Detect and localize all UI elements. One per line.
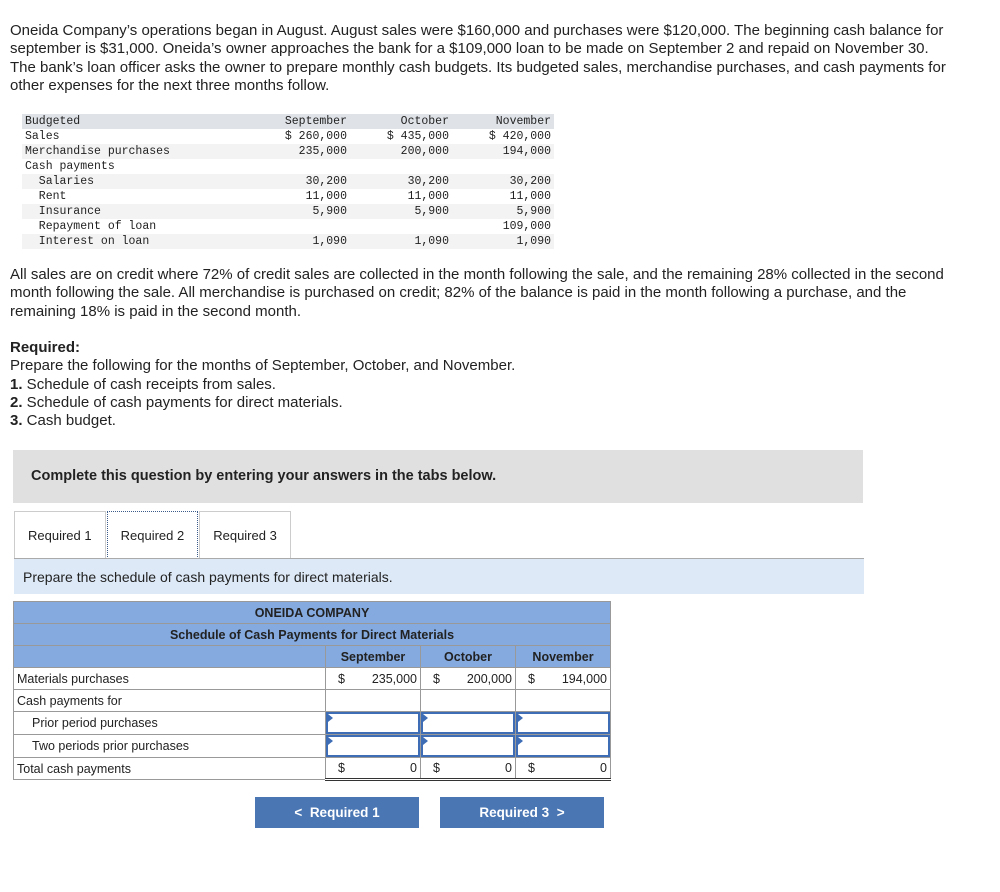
company-name: ONEIDA COMPANY [13,601,611,624]
header-september: September [284,115,347,128]
prior-label: Prior period purchases [13,711,326,735]
col-november: November [515,645,611,668]
materials-november: 194,000 [561,671,607,686]
tab-required-2[interactable]: Required 2 [106,511,199,559]
next-button[interactable]: Required 3 > [440,797,604,828]
budget-cell: Cash payments [25,160,115,173]
budget-cell: 11,000 [509,190,551,203]
budget-cell [248,159,350,174]
budget-cell [452,159,554,174]
budget-cell: $ 420,000 [488,130,551,143]
budget-cell: Interest on loan [25,235,150,248]
budget-cell: 30,200 [407,175,449,188]
prev-button[interactable]: < Required 1 [255,797,419,828]
problem-intro: Oneida Company’s operations began in Aug… [10,22,946,94]
schedule-table: ONEIDA COMPANY Schedule of Cash Payments… [13,601,611,781]
budget-cell: Sales [25,130,60,143]
required-section: Required: Prepare the following for the … [10,339,950,430]
prior-row: Prior period purchases [13,711,611,735]
budget-cell: 5,900 [312,205,347,218]
budget-cell: 11,000 [407,190,449,203]
materials-row: Materials purchases $235,000 $200,000 $1… [13,667,611,690]
required-item: 3. Cash budget. [10,412,116,430]
tab-bar: Required 1 Required 2 Required 3 [14,511,291,559]
budget-cell: 5,900 [516,205,551,218]
materials-september: 235,000 [371,671,417,686]
budget-header-row: Budgeted September October November [22,114,554,129]
budget-cell: 194,000 [502,145,551,158]
budget-cell: Salaries [25,175,95,188]
schedule-title: Schedule of Cash Payments for Direct Mat… [13,623,611,646]
tab-instruction: Prepare the schedule of cash payments fo… [14,559,864,594]
budget-row: Rent 11,000 11,000 11,000 [22,189,554,204]
budget-cell: 30,200 [305,175,347,188]
budget-cell: 1,090 [516,235,551,248]
two-prior-label: Two periods prior purchases [13,734,326,758]
two-prior-november-input[interactable] [516,735,610,757]
tab-required-3[interactable]: Required 3 [199,511,291,559]
prior-september-input[interactable] [326,712,420,734]
budget-cell: 200,000 [400,145,449,158]
prior-october-input[interactable] [421,712,515,734]
materials-label: Materials purchases [13,667,326,690]
total-september: 0 [410,761,417,775]
budget-cell [350,219,452,234]
two-prior-september-input[interactable] [326,735,420,757]
cash-payments-label: Cash payments for [13,689,326,712]
instruction-box: Complete this question by entering your … [13,450,863,503]
budget-cell: 235,000 [298,145,347,158]
required-title: Required: [10,339,81,356]
tab-required-1[interactable]: Required 1 [14,511,106,559]
budget-table: Budgeted September October November Sales $ … [22,114,554,249]
budget-cell: 1,090 [312,235,347,248]
col-september: September [325,645,421,668]
total-october: 0 [505,761,512,775]
total-november: 0 [600,761,607,775]
budget-row: Cash payments [22,159,554,174]
two-prior-row: Two periods prior purchases [13,734,611,758]
header-budgeted: Budgeted [25,115,81,128]
budget-row: Insurance 5,900 5,900 5,900 [22,204,554,219]
budget-cell: Merchandise purchases [25,145,170,158]
required-item: 1. Schedule of cash receipts from sales. [10,375,276,393]
header-october: October [400,115,449,128]
budget-cell: 1,090 [414,235,449,248]
budget-cell: 5,900 [414,205,449,218]
budget-cell: $ 435,000 [386,130,449,143]
required-item: 2. Schedule of cash payments for direct … [10,393,343,411]
total-row: Total cash payments $0 $0 $0 [13,757,611,781]
prior-november-input[interactable] [516,712,610,734]
budget-cell: Insurance [25,205,101,218]
header-november: November [495,115,551,128]
required-intro: Prepare the following for the months of … [10,357,516,375]
collection-terms: All sales are on credit where 72% of cre… [10,266,944,320]
budget-row: Repayment of loan 109,000 [22,219,554,234]
budget-cell [350,159,452,174]
budget-row: Sales $ 260,000 $ 435,000 $ 420,000 [22,129,554,144]
budget-cell: 109,000 [502,220,551,233]
budget-cell [248,219,350,234]
budget-row: Interest on loan 1,090 1,090 1,090 [22,234,554,249]
two-prior-october-input[interactable] [421,735,515,757]
budget-cell: 30,200 [509,175,551,188]
total-label: Total cash payments [13,757,326,780]
materials-october: 200,000 [466,671,512,686]
budget-cell: Repayment of loan [25,220,157,233]
budget-row: Merchandise purchases 235,000 200,000 194,0… [22,144,554,159]
col-october: October [420,645,516,668]
cash-payments-row: Cash payments for [13,689,611,712]
chevron-right-icon: > [556,805,565,820]
budget-cell: $ 260,000 [284,130,347,143]
budget-cell: Rent [25,190,67,203]
budget-cell: 11,000 [305,190,347,203]
chevron-left-icon: < [294,805,303,820]
budget-row: Salaries 30,200 30,200 30,200 [22,174,554,189]
